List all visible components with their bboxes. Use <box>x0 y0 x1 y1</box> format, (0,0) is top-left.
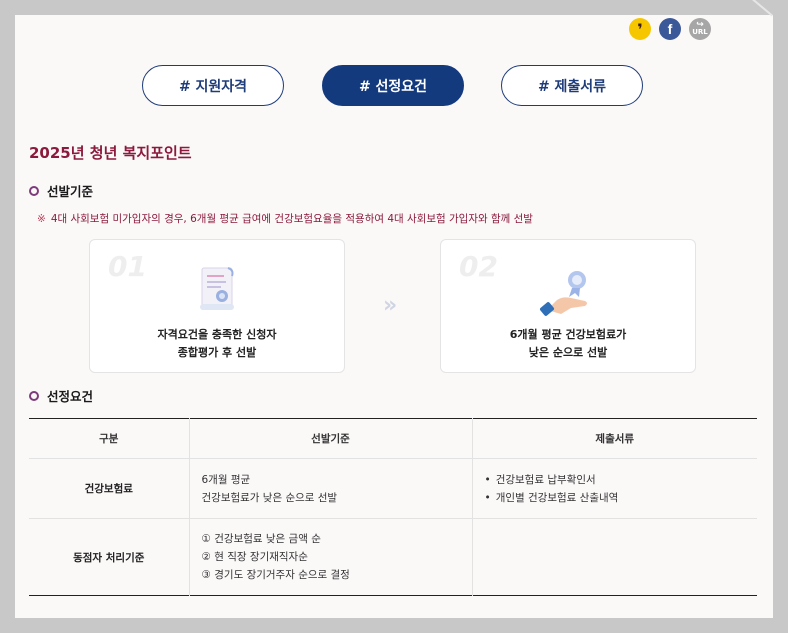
column-header: 제출서류 <box>471 418 757 459</box>
section-heading-requirements: 선정요건 <box>29 386 93 405</box>
note-text: 4대 사회보험 미가입자의 경우, 6개월 평균 급여에 건강보험요율을 적용하… <box>50 213 533 225</box>
certificate-icon <box>200 267 234 310</box>
step-number: 02 <box>459 250 498 283</box>
criteria-line: ② 현 직장 장기재직자순 <box>201 551 308 563</box>
criteria-line: ③ 경기도 장기거주자 순으로 결정 <box>201 569 350 581</box>
tab-documents[interactable]: # 제출서류 <box>501 65 643 106</box>
criteria-line: 건강보험료가 낮은 순으로 선발 <box>201 491 338 504</box>
row-category: 건강보험료 <box>29 458 189 519</box>
content-panel: ❜ f ↪ URL # 지원자격 # 선정요건 # 제출서류 2025년 청년 … <box>15 0 773 618</box>
criteria-line: 6개월 평균 <box>201 473 251 486</box>
step-label: 6개월 평균 건강보험료가 낮은 순으로 선발 <box>441 326 695 362</box>
step-label-line2: 종합평가 후 선발 <box>177 346 257 359</box>
requirements-table: 구분 선발기준 제출서류 건강보험료 6개월 평균 건강보험료가 낮은 순으로 … <box>29 418 757 596</box>
tab-eligibility[interactable]: # 지원자격 <box>142 65 284 106</box>
column-header: 선발기준 <box>188 418 472 459</box>
section-heading-text: 선발기준 <box>47 184 94 199</box>
page-title: 2025년 청년 복지포인트 <box>29 144 192 162</box>
hand-badge-icon <box>540 271 587 316</box>
step-label: 자격요건을 충족한 신청자 종합평가 후 선발 <box>90 326 344 362</box>
chevron-right-icon: » <box>383 293 397 318</box>
note-mark: ※ <box>37 213 46 225</box>
url-label: URL <box>692 28 708 36</box>
document-item: 개인별 건강보험료 산출내역 <box>485 489 758 507</box>
table-row: 동점자 처리기준 ① 건강보험료 낮은 금액 순 ② 현 직장 장기재직자순 ③… <box>29 518 757 596</box>
row-documents <box>471 518 757 596</box>
column-header: 구분 <box>29 418 189 459</box>
facebook-glyph: f <box>667 21 673 37</box>
url-copy-icon[interactable]: ↪ URL <box>689 18 711 40</box>
step-card-1: 01 자격요건을 충족한 신청자 종합평가 후 선발 <box>89 239 345 373</box>
kakao-share-icon[interactable]: ❜ <box>629 18 651 40</box>
bullet-ring-icon <box>29 185 39 196</box>
table-header-row: 구분 선발기준 제출서류 <box>29 418 757 459</box>
section-heading-selection: 선발기준 <box>29 181 93 200</box>
document-item: 건강보험료 납부확인서 <box>485 471 758 489</box>
kakao-glyph: ❜ <box>637 19 643 39</box>
step-label-line2: 낮은 순으로 선발 <box>528 346 608 359</box>
criteria-line: ① 건강보험료 낮은 금액 순 <box>201 533 321 545</box>
step-label-line1: 자격요건을 충족한 신청자 <box>157 328 277 341</box>
step-number: 01 <box>108 250 147 283</box>
table-row: 건강보험료 6개월 평균 건강보험료가 낮은 순으로 선발 건강보험료 납부확인… <box>29 458 758 519</box>
row-criteria: ① 건강보험료 낮은 금액 순 ② 현 직장 장기재직자순 ③ 경기도 장기거주… <box>188 518 472 596</box>
step-label-line1: 6개월 평균 건강보험료가 <box>509 328 627 341</box>
tab-selection-requirements[interactable]: # 선정요건 <box>322 65 464 106</box>
bullet-ring-icon <box>29 390 39 401</box>
row-category: 동점자 처리기준 <box>73 551 145 564</box>
selection-note: ※ 4대 사회보험 미가입자의 경우, 6개월 평균 급여에 건강보험요율을 적용… <box>37 211 533 226</box>
corner-decoration <box>730 0 773 38</box>
step-card-2: 02 6개월 평균 건강보험료가 낮은 순으로 선발 <box>440 239 696 373</box>
section-heading-text: 선정요건 <box>47 389 94 404</box>
row-criteria: 6개월 평균 건강보험료가 낮은 순으로 선발 <box>188 458 472 519</box>
row-documents: 건강보험료 납부확인서 개인별 건강보험료 산출내역 <box>471 458 758 519</box>
facebook-share-icon[interactable]: f <box>659 18 681 40</box>
